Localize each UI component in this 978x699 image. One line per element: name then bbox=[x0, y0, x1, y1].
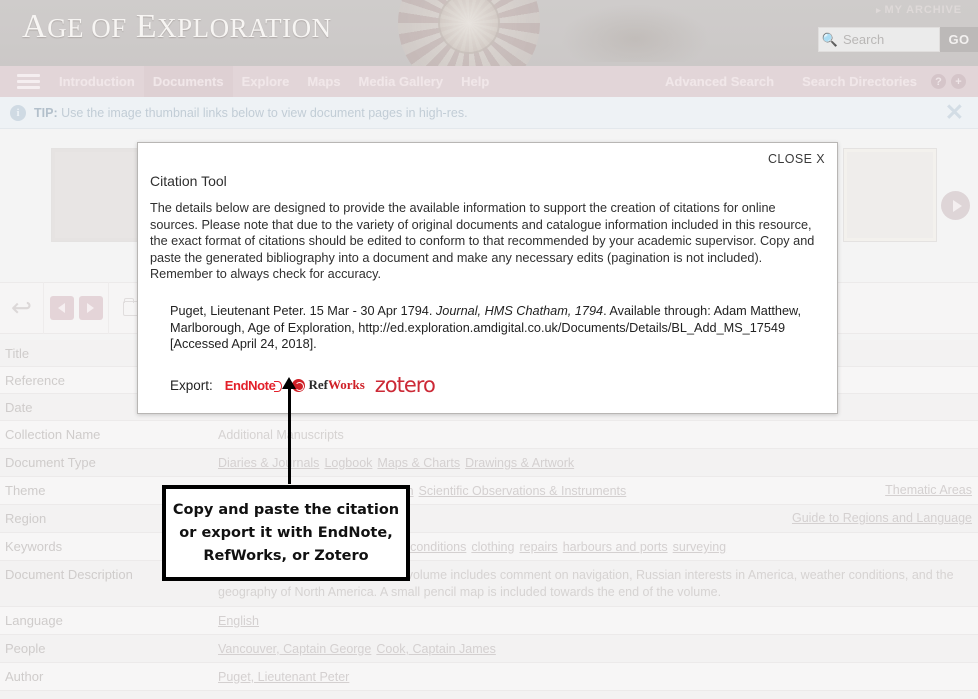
page-nav-group bbox=[44, 282, 109, 334]
metadata-link[interactable]: Diaries & Journals bbox=[218, 455, 319, 471]
navigation-right-group: Advanced Search Search Directories ? + bbox=[651, 66, 978, 97]
thematic-areas-link[interactable]: Thematic Areas bbox=[885, 477, 978, 502]
citation-tool-dialog: CLOSE X Citation Tool The details below … bbox=[137, 142, 838, 414]
play-triangle-icon bbox=[952, 199, 962, 212]
table-row: Region Circumnavigation Guide to Regions… bbox=[0, 505, 978, 533]
page-thumbnail-right[interactable] bbox=[843, 148, 937, 242]
tip-prefix: TIP: bbox=[34, 105, 58, 120]
nav-item-explore[interactable]: Explore bbox=[233, 66, 299, 97]
metadata-label-ships: Ships bbox=[0, 691, 218, 699]
my-archive-label: MY ARCHIVE bbox=[884, 4, 962, 16]
metadata-link[interactable]: Cook, Captain James bbox=[376, 641, 496, 657]
tip-text: TIP: Use the image thumbnail links below… bbox=[34, 106, 468, 120]
my-archive-link[interactable]: ▸ MY ARCHIVE bbox=[876, 4, 962, 16]
metadata-link[interactable]: Drawings & Artwork bbox=[465, 455, 574, 471]
metadata-label-author: Author bbox=[5, 669, 44, 684]
page-root: AGE OF EXPLORATION ▸MY ARCHIVE 🔍 GO Intr… bbox=[0, 0, 978, 699]
undo-button[interactable]: ↩ bbox=[0, 282, 44, 334]
hamburger-menu-icon[interactable] bbox=[6, 74, 50, 89]
metadata-value-ships: Discovery, HMS Chatham bbox=[218, 691, 978, 699]
main-navigation: Introduction Documents Explore Maps Medi… bbox=[0, 66, 978, 97]
endnote-export-button[interactable]: EndNote bbox=[225, 378, 283, 393]
refworks-label-dark: Ref bbox=[308, 377, 328, 392]
chevron-left-icon bbox=[58, 303, 65, 313]
table-row: Ships Discovery, HMS Chatham bbox=[0, 691, 978, 699]
metadata-value-document-type: Diaries & Journals Logbook Maps & Charts Dr… bbox=[218, 449, 978, 476]
compass-rose-icon bbox=[398, 0, 540, 66]
metadata-label-collection-name: Collection Name bbox=[5, 427, 101, 442]
annotation-text: Copy and paste the citation or export it… bbox=[172, 501, 400, 564]
metadata-link[interactable]: clothing bbox=[471, 539, 514, 555]
table-row: Theme CompetitionLife at SeaNavigationSc… bbox=[0, 477, 978, 505]
search-input[interactable] bbox=[841, 31, 937, 48]
table-row: Language English bbox=[0, 607, 978, 635]
tip-message: Use the image thumbnail links below to v… bbox=[61, 105, 468, 120]
citation-before-italic: Puget, Lieutenant Peter. 15 Mar - 30 Apr… bbox=[170, 304, 436, 318]
table-row: Document Type Diaries & Journals Logbook M… bbox=[0, 449, 978, 477]
nav-item-help[interactable]: Help bbox=[452, 66, 498, 97]
dialog-description: The details below are designed to provid… bbox=[150, 201, 815, 282]
help-icon[interactable]: ? bbox=[931, 74, 946, 89]
annotation-arrow bbox=[282, 377, 296, 484]
chevron-right-icon bbox=[87, 303, 94, 313]
nav-item-maps[interactable]: Maps bbox=[298, 66, 349, 97]
search-go-button[interactable]: GO bbox=[940, 27, 978, 52]
info-icon: i bbox=[10, 104, 26, 121]
add-icon[interactable]: + bbox=[951, 74, 966, 89]
search-icon: 🔍 bbox=[821, 32, 839, 47]
tip-close-icon[interactable]: ✕ bbox=[945, 101, 964, 124]
metadata-link[interactable]: Maps & Charts bbox=[377, 455, 460, 471]
annotation-callout: Copy and paste the citation or export it… bbox=[162, 485, 410, 581]
metadata-label-document-type: Document Type bbox=[5, 455, 96, 470]
caret-right-icon: ▸ bbox=[876, 5, 882, 15]
dialog-title: Citation Tool bbox=[150, 173, 227, 189]
metadata-link[interactable]: English bbox=[218, 613, 259, 629]
search-box[interactable]: 🔍 bbox=[818, 27, 940, 52]
citation-text[interactable]: Puget, Lieutenant Peter. 15 Mar - 30 Apr… bbox=[170, 303, 830, 353]
refworks-label-red: Works bbox=[327, 377, 365, 392]
guide-to-regions-link[interactable]: Guide to Regions and Language bbox=[792, 505, 978, 530]
metadata-label-people: People bbox=[5, 641, 46, 656]
thumbnail-image-right bbox=[847, 152, 933, 238]
nav-item-search-directories[interactable]: Search Directories bbox=[788, 66, 931, 97]
thumbnail-image-left bbox=[55, 152, 141, 238]
close-button[interactable]: CLOSE X bbox=[768, 152, 825, 166]
metadata-value-collection-name: Additional Manuscripts bbox=[218, 428, 344, 442]
table-row: Keywords tidesindigenous peoplesweather … bbox=[0, 533, 978, 561]
previous-page-button[interactable] bbox=[49, 296, 74, 320]
metadata-link[interactable]: Logbook bbox=[324, 455, 372, 471]
metadata-link[interactable]: repairs bbox=[519, 539, 557, 555]
nav-item-advanced-search[interactable]: Advanced Search bbox=[651, 66, 788, 97]
metadata-value-author: Puget, Lieutenant Peter bbox=[218, 663, 978, 690]
next-page-arrow-button[interactable] bbox=[78, 296, 103, 320]
next-page-button[interactable] bbox=[941, 191, 970, 220]
table-row: Collection Name Additional Manuscripts bbox=[0, 421, 978, 449]
metadata-link[interactable]: surveying bbox=[673, 539, 727, 555]
metadata-link[interactable]: Vancouver, Captain George bbox=[218, 641, 371, 657]
ship-illustration bbox=[560, 4, 710, 62]
export-label: Export: bbox=[170, 377, 213, 393]
citation-italic-title: Journal, HMS Chatham, 1794 bbox=[435, 304, 604, 318]
table-row: Author Puget, Lieutenant Peter bbox=[0, 663, 978, 691]
refworks-export-button[interactable]: RefWorks bbox=[292, 377, 365, 393]
tip-bar: i TIP: Use the image thumbnail links bel… bbox=[0, 97, 978, 129]
zotero-export-button[interactable]: zotero bbox=[375, 373, 436, 397]
metadata-link[interactable]: harbours and ports bbox=[563, 539, 668, 555]
metadata-link[interactable]: Puget, Lieutenant Peter bbox=[218, 669, 349, 685]
site-masthead: AGE OF EXPLORATION ▸MY ARCHIVE 🔍 GO bbox=[0, 0, 978, 66]
metadata-label-language: Language bbox=[5, 613, 63, 628]
nav-item-media-gallery[interactable]: Media Gallery bbox=[350, 66, 453, 97]
metadata-link[interactable]: Scientific Observations & Instruments bbox=[419, 483, 627, 499]
metadata-value-language: English bbox=[218, 607, 978, 634]
table-row: People Vancouver, Captain George Cook, Ca… bbox=[0, 635, 978, 663]
export-options-row: Export: EndNote RefWorks zotero bbox=[170, 373, 436, 397]
site-title: AGE OF EXPLORATION bbox=[22, 8, 332, 45]
metadata-value-people: Vancouver, Captain George Cook, Captain J… bbox=[218, 635, 978, 662]
table-row: Document Description Commander, HMS Chat… bbox=[0, 561, 978, 607]
nav-item-introduction[interactable]: Introduction bbox=[50, 66, 144, 97]
nav-item-documents[interactable]: Documents bbox=[143, 66, 233, 97]
page-thumbnail-left[interactable] bbox=[51, 148, 145, 242]
